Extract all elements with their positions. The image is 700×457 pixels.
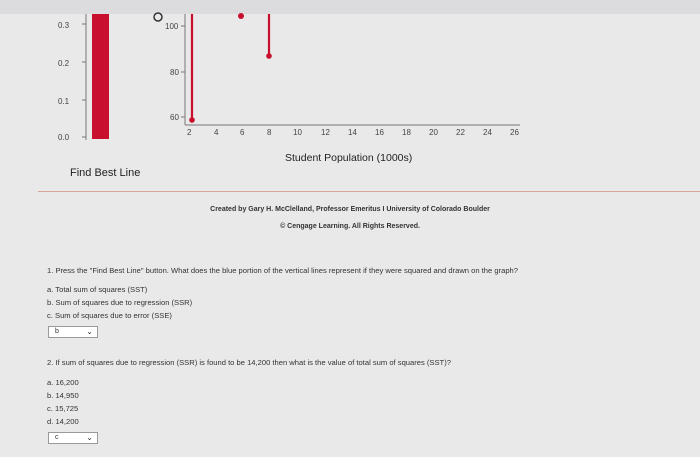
x-axis-title: Student Population (1000s) <box>285 152 413 164</box>
circle-handle-icon <box>153 12 163 22</box>
x-tick: 16 <box>375 128 384 137</box>
question-1-text: 1. Press the "Find Best Line" button. Wh… <box>47 266 518 275</box>
q2-option: a. 16,200 <box>47 378 79 387</box>
x-tick: 20 <box>429 128 438 137</box>
question-2: 2. If sum of squares due to regression (… <box>47 358 451 367</box>
copyright-line: © Cengage Learning. All Rights Reserved. <box>280 223 420 230</box>
data-point <box>266 53 272 59</box>
x-tick: 2 <box>187 128 192 137</box>
data-point <box>189 117 195 123</box>
x-tick: 14 <box>348 128 357 137</box>
page: 0.3 0.2 0.1 0.0 100 80 60 2 4 6 8 10 12 … <box>0 0 700 457</box>
q1-selected-value: b <box>55 328 59 335</box>
data-point <box>238 13 244 19</box>
x-tick: 4 <box>214 128 219 137</box>
q1-answer-select[interactable]: b ⌄ <box>48 326 98 338</box>
q2-option: b. 14,950 <box>47 391 79 400</box>
q2-answer-select[interactable]: c ⌄ <box>48 432 98 444</box>
y-tick: 100 <box>165 22 179 31</box>
x-tick: 10 <box>293 128 302 137</box>
x-tick: 22 <box>456 128 465 137</box>
q2-option: d. 14,200 <box>47 417 79 426</box>
y-tick: 60 <box>170 113 179 122</box>
find-best-line-button[interactable]: Find Best Line <box>70 167 140 179</box>
x-tick: 8 <box>267 128 272 137</box>
question-1: 1. Press the "Find Best Line" button. Wh… <box>47 266 518 275</box>
x-tick: 12 <box>321 128 330 137</box>
x-tick: 26 <box>510 128 519 137</box>
y-tick: 80 <box>170 68 179 77</box>
q1-option: a. Total sum of squares (SST) <box>47 285 148 294</box>
section-divider <box>38 191 700 192</box>
q1-option: c. Sum of squares due to error (SSE) <box>47 311 172 320</box>
x-tick: 6 <box>240 128 245 137</box>
q2-selected-value: c <box>55 434 59 441</box>
x-tick: 24 <box>483 128 492 137</box>
q1-option: b. Sum of squares due to regression (SSR… <box>47 298 193 307</box>
chevron-down-icon: ⌄ <box>86 327 93 336</box>
credit-line: Created by Gary H. McClelland, Professor… <box>210 206 490 213</box>
q2-option: c. 15,725 <box>47 404 79 413</box>
chevron-down-icon: ⌄ <box>86 433 93 442</box>
question-2-text: 2. If sum of squares due to regression (… <box>47 358 451 367</box>
x-tick: 18 <box>402 128 411 137</box>
